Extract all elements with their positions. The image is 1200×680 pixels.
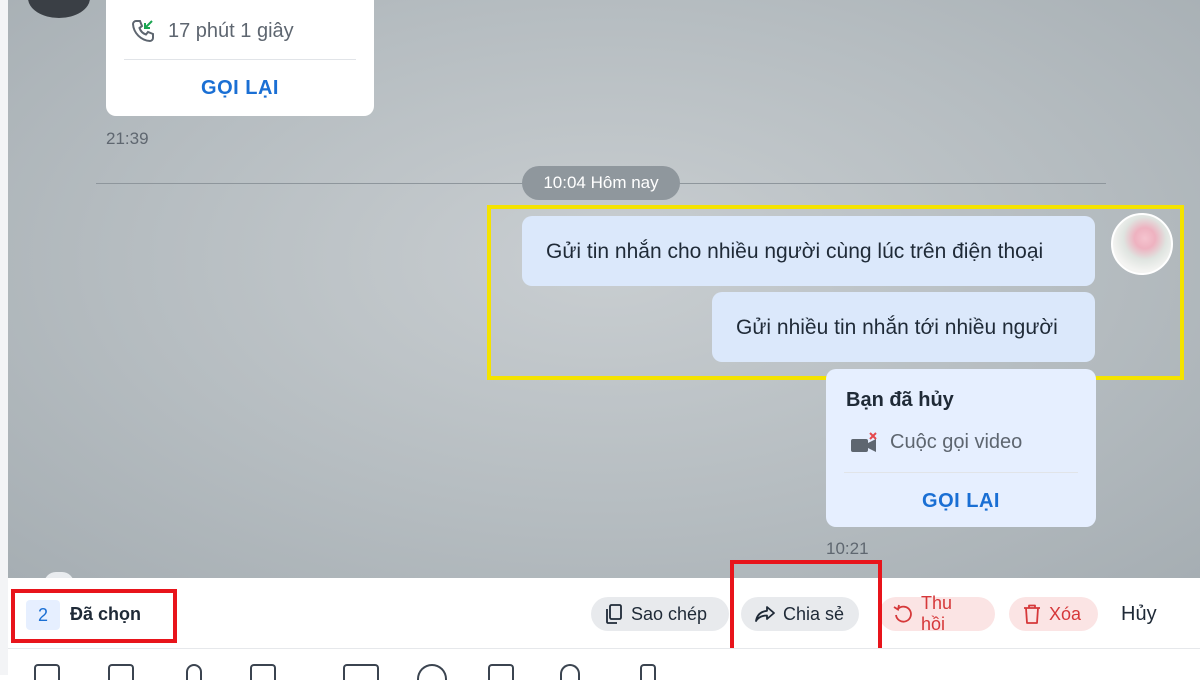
attach-icon[interactable] (186, 664, 202, 680)
recall-label: Thu hồi (921, 593, 953, 634)
task-icon[interactable] (488, 664, 514, 680)
video-call-card: Bạn đã hủy Cuộc gọi video GỌI LẠI (826, 369, 1096, 527)
call-duration-text: 17 phút 1 giây (168, 19, 294, 42)
message-timestamp: 10:21 (826, 539, 869, 558)
call-duration-row: 17 phút 1 giây (130, 18, 294, 44)
window-edge (0, 0, 8, 675)
card-icon[interactable] (343, 664, 379, 680)
cancel-selection-button[interactable]: Hủy (1121, 603, 1157, 626)
call-back-button[interactable]: GỌI LẠI (826, 490, 1096, 513)
call-type-text: Cuộc gọi video (890, 431, 1023, 453)
copy-label: Sao chép (631, 603, 708, 624)
screenshot-icon[interactable] (250, 664, 276, 680)
recall-button[interactable]: Thu hồi (879, 593, 995, 634)
video-camera-icon (850, 431, 878, 454)
card-divider (124, 59, 356, 60)
sticker-icon[interactable] (34, 664, 60, 680)
call-back-button[interactable]: GỌI LẠI (106, 77, 374, 100)
delete-label: Xóa (1049, 603, 1082, 624)
call-type-row: Cuộc gọi video (850, 431, 1022, 454)
copy-button[interactable]: Sao chép (591, 597, 729, 631)
highlight-box-selected-count (11, 589, 177, 643)
trash-icon (1023, 604, 1041, 624)
format-icon[interactable] (560, 664, 580, 680)
card-divider (844, 472, 1078, 473)
highlight-box-selected-messages (487, 205, 1184, 380)
call-status-title: Bạn đã hủy (846, 389, 954, 411)
image-icon[interactable] (108, 664, 134, 680)
date-divider-label: 10:04 Hôm nay (522, 166, 680, 200)
delete-button[interactable]: Xóa (1009, 597, 1098, 631)
phone-incoming-icon (130, 18, 156, 44)
message-timestamp: 21:39 (106, 129, 149, 148)
call-history-card: 17 phút 1 giây GỌI LẠI (106, 0, 374, 116)
more-icon[interactable] (640, 664, 656, 680)
copy-icon (605, 604, 623, 624)
undo-icon (893, 604, 913, 624)
